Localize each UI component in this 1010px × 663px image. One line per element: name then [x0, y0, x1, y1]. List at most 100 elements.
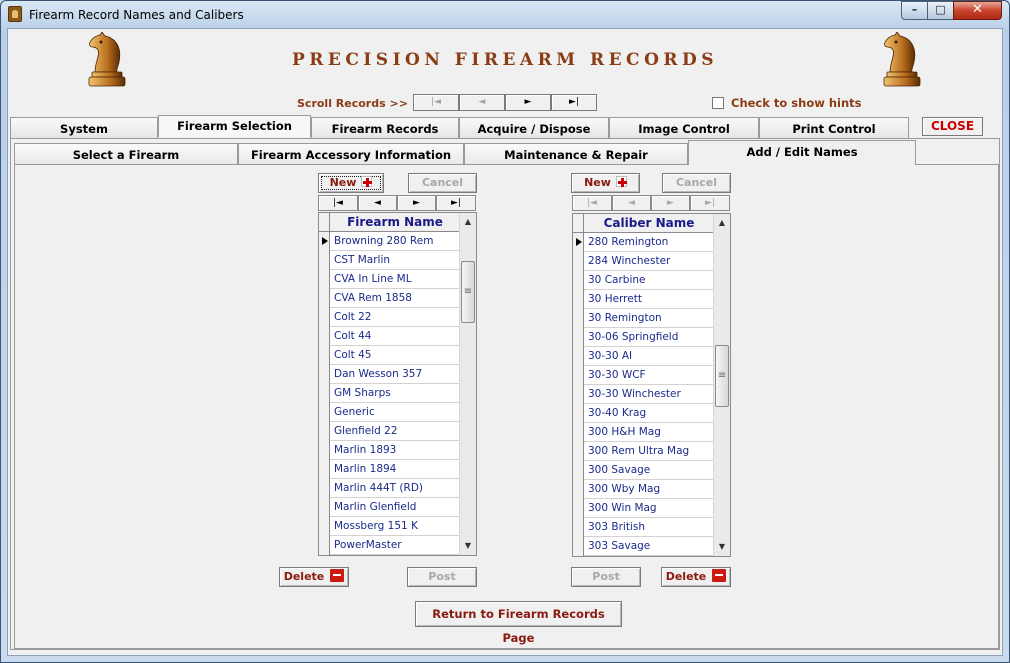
row-indicator[interactable] — [319, 441, 330, 460]
scroll-up-icon[interactable]: ▲ — [460, 214, 476, 230]
caliber-last-button[interactable]: ►| — [690, 195, 730, 211]
row-indicator[interactable] — [573, 499, 584, 518]
row-cell[interactable]: CST Marlin — [334, 251, 390, 270]
table-row[interactable]: 30-30 WCF — [573, 366, 713, 385]
scroll-down-icon[interactable]: ▼ — [714, 539, 730, 555]
table-row[interactable]: 303 British — [573, 518, 713, 537]
row-indicator[interactable] — [573, 309, 584, 328]
row-indicator[interactable] — [573, 385, 584, 404]
row-indicator[interactable] — [573, 347, 584, 366]
row-cell[interactable]: PowerMaster — [334, 536, 402, 555]
scroll-prev-button[interactable]: ◄ — [459, 94, 505, 111]
table-row[interactable]: Marlin 444T (RD) — [319, 479, 459, 498]
row-indicator[interactable] — [319, 289, 330, 308]
new-firearm-button[interactable]: New — [318, 173, 384, 193]
row-cell[interactable]: CVA Rem 1858 — [334, 289, 412, 308]
table-row[interactable]: Dan Wesson 357 — [319, 365, 459, 384]
caliber-next-button[interactable]: ► — [651, 195, 690, 211]
table-row[interactable]: 300 Rem Ultra Mag — [573, 442, 713, 461]
table-row[interactable]: CST Marlin — [319, 251, 459, 270]
table-row[interactable]: 30-40 Krag — [573, 404, 713, 423]
row-indicator[interactable] — [319, 536, 330, 555]
row-cell[interactable]: Marlin 1894 — [334, 460, 396, 479]
row-cell[interactable]: 300 Wby Mag — [588, 480, 660, 499]
row-cell[interactable]: 30 Herrett — [588, 290, 642, 309]
table-row[interactable]: CVA In Line ML — [319, 270, 459, 289]
table-row[interactable]: 300 H&H Mag — [573, 423, 713, 442]
caliber-name-column-header[interactable]: Caliber Name — [585, 214, 713, 232]
caliber-name-grid[interactable]: Caliber Name 280 Remington 284 Winchester… — [572, 213, 731, 557]
row-indicator[interactable] — [573, 461, 584, 480]
row-cell[interactable]: 303 British — [588, 518, 645, 537]
return-to-records-button[interactable]: Return to Firearm Records Page — [415, 601, 622, 645]
table-row[interactable]: GM Sharps — [319, 384, 459, 403]
table-row[interactable]: PowerMaster — [319, 536, 459, 555]
row-indicator[interactable] — [573, 290, 584, 309]
table-row[interactable]: CVA Rem 1858 — [319, 289, 459, 308]
cancel-firearm-button[interactable]: Cancel — [408, 173, 477, 193]
subtab-select-firearm[interactable]: Select a Firearm — [14, 143, 238, 165]
row-cell[interactable]: 303 Savage — [588, 537, 650, 556]
cancel-caliber-button[interactable]: Cancel — [662, 173, 731, 193]
table-row[interactable]: 30 Carbine — [573, 271, 713, 290]
minimize-button[interactable]: – — [901, 1, 928, 20]
row-indicator[interactable] — [319, 308, 330, 327]
row-indicator[interactable] — [319, 498, 330, 517]
tab-image-control[interactable]: Image Control — [609, 117, 759, 138]
row-cell[interactable]: 300 Rem Ultra Mag — [588, 442, 689, 461]
delete-caliber-button[interactable]: Delete — [661, 567, 731, 587]
row-cell[interactable]: 300 Savage — [588, 461, 650, 480]
row-cell[interactable]: Marlin 1893 — [334, 441, 396, 460]
subtab-add-edit-names[interactable]: Add / Edit Names — [688, 140, 916, 165]
row-cell[interactable]: 284 Winchester — [588, 252, 670, 271]
row-indicator[interactable] — [319, 365, 330, 384]
row-cell[interactable]: 30 Carbine — [588, 271, 645, 290]
scroll-up-icon[interactable]: ▲ — [714, 215, 730, 231]
row-cell[interactable]: Colt 45 — [334, 346, 372, 365]
row-cell[interactable]: 30-30 WCF — [588, 366, 646, 385]
row-cell[interactable]: 30-30 Winchester — [588, 385, 681, 404]
row-cell[interactable]: Marlin 444T (RD) — [334, 479, 423, 498]
row-indicator[interactable] — [573, 233, 584, 252]
table-row[interactable]: 30-30 AI — [573, 347, 713, 366]
row-indicator[interactable] — [319, 270, 330, 289]
row-indicator[interactable] — [573, 442, 584, 461]
post-caliber-button[interactable]: Post — [571, 567, 641, 587]
tab-firearm-selection[interactable]: Firearm Selection — [158, 115, 311, 137]
row-cell[interactable]: 30 Remington — [588, 309, 662, 328]
table-row[interactable]: Marlin 1894 — [319, 460, 459, 479]
row-indicator[interactable] — [573, 366, 584, 385]
tab-print-control[interactable]: Print Control — [759, 117, 909, 138]
row-indicator[interactable] — [573, 252, 584, 271]
close-button[interactable]: CLOSE — [922, 117, 983, 136]
tab-firearm-records[interactable]: Firearm Records — [311, 117, 459, 138]
maximize-button[interactable]: □ — [927, 1, 954, 20]
scroll-thumb[interactable] — [715, 345, 729, 408]
post-firearm-button[interactable]: Post — [407, 567, 477, 587]
table-row[interactable]: 30-30 Winchester — [573, 385, 713, 404]
row-cell[interactable]: 280 Remington — [588, 233, 668, 252]
table-row[interactable]: 300 Wby Mag — [573, 480, 713, 499]
table-row[interactable]: Generic — [319, 403, 459, 422]
row-indicator[interactable] — [573, 404, 584, 423]
row-cell[interactable]: Dan Wesson 357 — [334, 365, 422, 384]
table-row[interactable]: Marlin 1893 — [319, 441, 459, 460]
row-cell[interactable]: GM Sharps — [334, 384, 391, 403]
row-indicator[interactable] — [573, 328, 584, 347]
table-row[interactable]: 30 Herrett — [573, 290, 713, 309]
delete-firearm-button[interactable]: Delete — [279, 567, 349, 587]
row-cell[interactable]: Browning 280 Rem — [334, 232, 433, 251]
tab-system[interactable]: System — [10, 117, 158, 138]
table-row[interactable]: Glenfield 22 — [319, 422, 459, 441]
row-cell[interactable]: Colt 44 — [334, 327, 372, 346]
scroll-last-button[interactable]: ►| — [551, 94, 597, 111]
row-cell[interactable]: Mossberg 151 K — [334, 517, 418, 536]
row-cell[interactable]: 30-06 Springfield — [588, 328, 678, 347]
row-cell[interactable]: Glenfield 22 — [334, 422, 398, 441]
row-indicator[interactable] — [319, 403, 330, 422]
row-cell[interactable]: 300 H&H Mag — [588, 423, 661, 442]
row-indicator[interactable] — [573, 537, 584, 556]
scroll-next-button[interactable]: ► — [505, 94, 551, 111]
table-row[interactable]: Colt 22 — [319, 308, 459, 327]
row-cell[interactable]: CVA In Line ML — [334, 270, 412, 289]
